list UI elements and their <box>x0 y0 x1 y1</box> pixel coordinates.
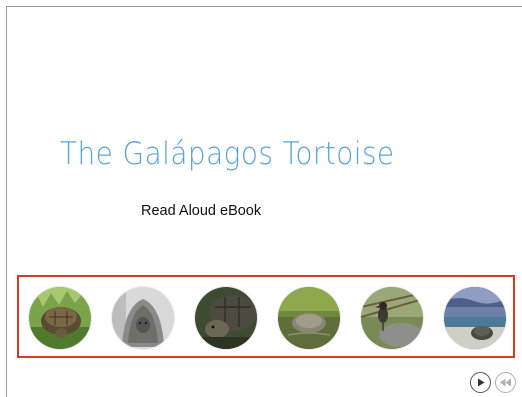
thumbnail-tortoise-portrait[interactable] <box>112 287 174 349</box>
play-button[interactable] <box>470 372 491 393</box>
thumbnail-finch-tortoise[interactable] <box>361 287 423 349</box>
page-subtitle: Read Aloud eBook <box>141 203 262 219</box>
tortoise-closeup-photo-icon <box>195 287 257 349</box>
thumbnail-tortoise-grass[interactable] <box>29 287 91 349</box>
tortoise-pond-photo-icon <box>278 287 340 349</box>
thumbnail-tortoise-closeup[interactable] <box>195 287 257 349</box>
tortoise-portrait-photo-icon <box>112 287 174 349</box>
tortoise-beach-photo-icon <box>444 287 506 349</box>
play-icon <box>478 378 485 387</box>
rewind-button[interactable] <box>495 372 516 393</box>
page-title: The Galápagos Tortoise <box>60 136 395 172</box>
thumbnail-tortoise-beach[interactable] <box>444 287 506 349</box>
thumbnail-gallery <box>17 275 515 358</box>
tortoise-grass-photo-icon <box>29 287 91 349</box>
finch-on-tortoise-photo-icon <box>361 287 423 349</box>
thumbnail-tortoise-pond[interactable] <box>278 287 340 349</box>
rewind-icon <box>500 378 511 387</box>
